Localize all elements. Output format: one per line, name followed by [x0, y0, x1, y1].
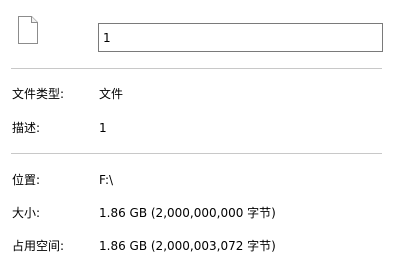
file-name-input[interactable]: [98, 23, 383, 52]
file-type-value: 文件: [99, 87, 124, 101]
size-on-disk-value: 1.86 GB (2,000,003,072 字节): [99, 239, 276, 253]
blank-file-icon: [18, 16, 38, 44]
description-label: 描述:: [12, 121, 41, 135]
divider: [11, 153, 382, 154]
description-value: 1: [99, 121, 107, 135]
size-on-disk-label: 占用空间:: [12, 239, 65, 253]
location-label: 位置:: [12, 173, 41, 187]
size-label: 大小:: [12, 206, 41, 220]
size-value: 1.86 GB (2,000,000,000 字节): [99, 206, 276, 220]
divider: [11, 68, 382, 69]
location-value: F:\: [99, 173, 114, 187]
file-type-label: 文件类型:: [12, 87, 65, 101]
